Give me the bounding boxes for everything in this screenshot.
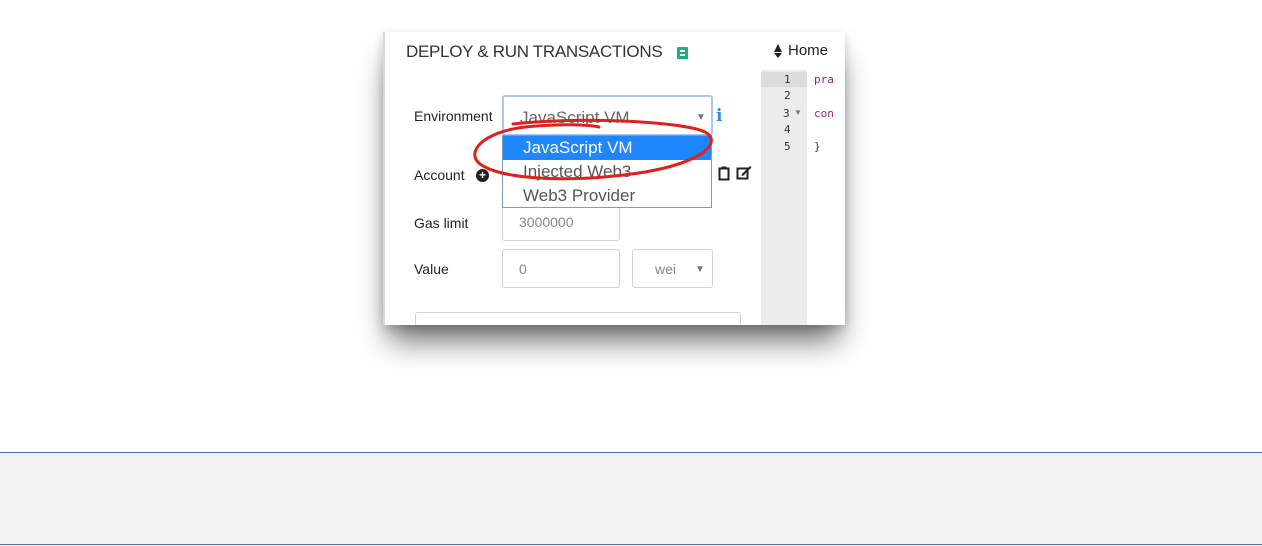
gas-limit-label: Gas limit bbox=[414, 215, 469, 231]
environment-label: Environment bbox=[414, 108, 493, 124]
option-injected-web3[interactable]: Injected Web3 bbox=[503, 160, 711, 184]
value-label: Value bbox=[414, 261, 449, 277]
footer-band bbox=[0, 452, 1262, 545]
info-icon[interactable]: i bbox=[716, 106, 722, 126]
panel-title: DEPLOY & RUN TRANSACTIONS bbox=[406, 42, 663, 61]
editor-tab-bar: Home bbox=[761, 32, 845, 70]
fold-arrow-icon[interactable]: ▼ bbox=[794, 108, 802, 117]
remix-screenshot: DEPLOY & RUN TRANSACTIONS Environment Ja… bbox=[383, 32, 845, 325]
option-web3-provider[interactable]: Web3 Provider bbox=[503, 184, 711, 208]
plus-circle-icon[interactable]: + bbox=[476, 169, 489, 182]
unit-select[interactable]: wei ▼ bbox=[632, 249, 713, 288]
environment-dropdown: JavaScript VM Injected Web3 Web3 Provide… bbox=[502, 135, 712, 208]
account-label: Account bbox=[414, 167, 465, 183]
line-gutter: 1 2 3 ▼ 4 5 bbox=[761, 70, 807, 325]
value-input[interactable]: 0 bbox=[502, 249, 620, 288]
deploy-button[interactable] bbox=[415, 312, 741, 325]
edit-icon[interactable] bbox=[736, 165, 752, 181]
deploy-panel: DEPLOY & RUN TRANSACTIONS Environment Ja… bbox=[383, 32, 763, 325]
ethereum-icon bbox=[774, 44, 782, 52]
book-icon[interactable] bbox=[677, 47, 688, 59]
tab-home[interactable]: Home bbox=[788, 42, 828, 59]
editor-pane: Home 1 2 3 ▼ 4 5 pra con } bbox=[761, 32, 845, 325]
environment-select[interactable]: JavaScript VM ▼ bbox=[502, 95, 713, 136]
option-javascript-vm[interactable]: JavaScript VM bbox=[503, 136, 711, 160]
chevron-down-icon: ▼ bbox=[695, 264, 705, 275]
chevron-down-icon: ▼ bbox=[696, 112, 706, 123]
